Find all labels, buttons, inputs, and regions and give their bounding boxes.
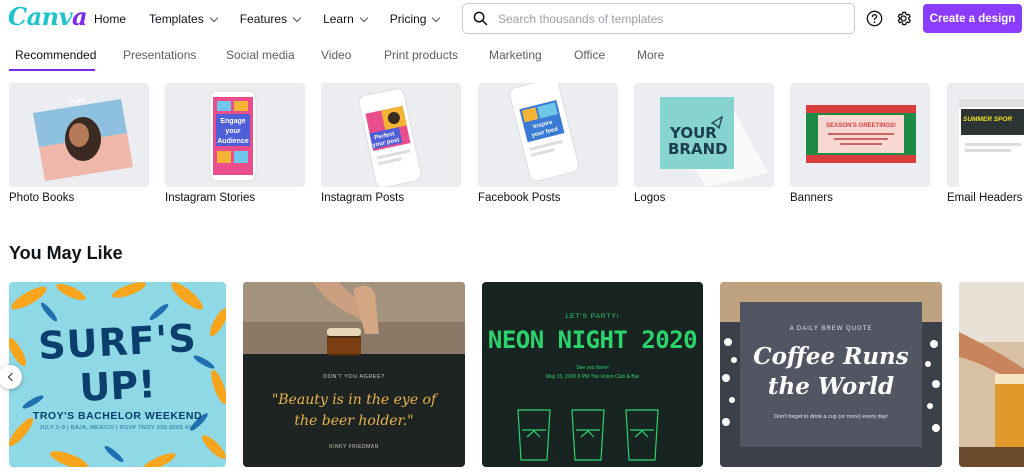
template-kicker: A DAILY BREW QUOTE: [789, 326, 873, 332]
neon-glasses-illustration: [517, 409, 659, 461]
template-details: JULY 5-9 | BAJA, MEXICO | RSVP TROY 555.…: [39, 425, 196, 431]
nav-pricing[interactable]: Pricing: [390, 12, 441, 26]
tab-marketing[interactable]: Marketing: [489, 48, 542, 62]
logo-text-2: BRAND: [668, 140, 728, 158]
banner-thumbnail: SEASON'S GREETINGS!: [790, 83, 930, 187]
create-design-button[interactable]: Create a design: [923, 4, 1022, 33]
photo-book-thumbnail: [9, 83, 149, 187]
template-subtitle: TROY'S BACHELOR WEEKEND: [32, 410, 203, 422]
story-text-3: Audience: [217, 138, 249, 145]
category-label: Facebook Posts: [478, 192, 561, 204]
email-header-text: SUMMER SPOR: [963, 116, 1012, 123]
category-tabs: Recommended Presentations Social media V…: [0, 44, 1024, 72]
tab-print-products[interactable]: Print products: [384, 48, 458, 62]
template-card-coffee[interactable]: A DAILY BREW QUOTE Coffee Runs the World …: [720, 282, 942, 467]
story-text-1: Engage: [220, 118, 245, 125]
category-label: Instagram Stories: [165, 192, 256, 204]
template-headline: Coffee Runs the World: [753, 343, 909, 400]
chevron-left-icon: [7, 372, 16, 382]
chevron-down-icon: [292, 13, 302, 22]
nav-home[interactable]: Home: [94, 12, 126, 26]
search-icon: [473, 11, 488, 26]
section-title: You May Like: [9, 243, 123, 263]
template-author: KINKY FRIEDMAN: [329, 444, 379, 450]
template-card-beer-quote[interactable]: DON'T YOU AGREE? "Beauty is in the eye o…: [243, 282, 465, 467]
category-label: Photo Books: [9, 192, 75, 204]
template-card-neon-night[interactable]: LET'S PARTY! NEON NIGHT 2020 See you the…: [482, 282, 703, 467]
category-card-logos[interactable]: YOUR BRAND: [634, 83, 774, 187]
banner-text: SEASON'S GREETINGS!: [826, 123, 896, 129]
category-card-banners[interactable]: SEASON'S GREETINGS!: [790, 83, 930, 187]
template-card-partial[interactable]: [959, 282, 1024, 467]
canva-logo[interactable]: Canva: [8, 2, 88, 31]
logo-thumbnail: YOUR BRAND: [634, 83, 774, 187]
main-nav: Home Templates Features Learn Pricing: [94, 0, 462, 38]
category-label: Banners: [790, 192, 833, 204]
facebook-post-thumbnail: Inspire your feed: [478, 83, 618, 187]
category-card-photo-books[interactable]: [9, 83, 149, 187]
active-tab-indicator: [9, 69, 95, 71]
help-circle-icon[interactable]: [865, 9, 883, 27]
category-card-facebook-posts[interactable]: Inspire your feed: [478, 83, 618, 187]
nav-features[interactable]: Features: [240, 12, 302, 26]
category-label: Logos: [634, 192, 666, 204]
tab-more[interactable]: More: [637, 48, 664, 62]
category-label: Email Headers: [947, 192, 1023, 204]
category-card-instagram-stories[interactable]: Engage your Audience: [165, 83, 305, 187]
nav-learn[interactable]: Learn: [323, 12, 369, 26]
chevron-down-icon: [432, 13, 441, 22]
gear-icon[interactable]: [894, 9, 912, 27]
category-card-instagram-posts[interactable]: Perfect your post: [321, 83, 461, 187]
chevron-down-icon: [359, 13, 369, 22]
template-kicker: DON'T YOU AGREE?: [323, 374, 385, 380]
tab-social-media[interactable]: Social media: [226, 48, 295, 62]
story-text-2: your: [225, 128, 240, 135]
tab-presentations[interactable]: Presentations: [123, 48, 196, 62]
tab-video[interactable]: Video: [321, 48, 351, 62]
top-header: Canva Home Templates Features Learn Pric…: [0, 0, 1024, 38]
tab-office[interactable]: Office: [574, 48, 605, 62]
template-subtitle: Don't forget to drink a cup (or more) ev…: [774, 414, 888, 420]
beer-hand-photo: [959, 282, 1024, 467]
email-header-thumbnail: SUMMER SPOR: [947, 83, 1024, 187]
instagram-story-thumbnail: Engage your Audience: [165, 83, 305, 187]
template-card-surfs-up[interactable]: SURF'S UP! TROY'S BACHELOR WEEKEND JULY …: [9, 282, 226, 467]
category-label: Instagram Posts: [321, 192, 405, 204]
instagram-post-thumbnail: Perfect your post: [321, 83, 461, 187]
search-bar: [462, 3, 855, 34]
tab-recommended[interactable]: Recommended: [15, 48, 96, 62]
category-card-email-headers[interactable]: SUMMER SPOR: [947, 83, 1024, 187]
template-quote: "Beauty is in the eye of the beer holder.…: [271, 392, 437, 429]
search-input[interactable]: [498, 11, 838, 26]
nav-templates[interactable]: Templates: [149, 12, 218, 26]
chevron-down-icon: [209, 13, 218, 22]
